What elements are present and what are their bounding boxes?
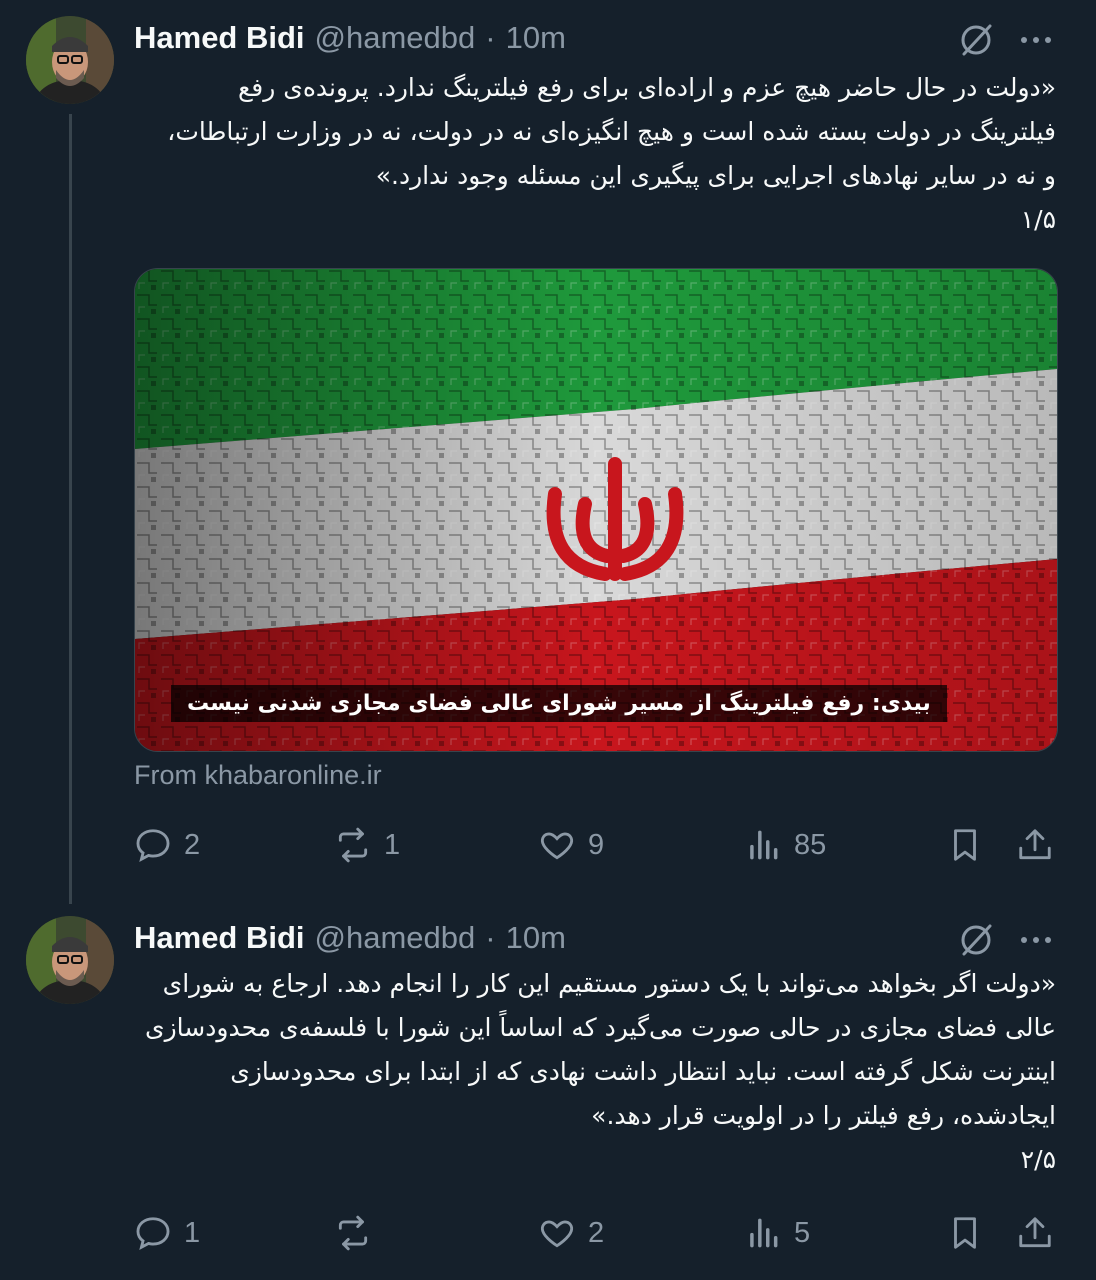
share-button[interactable] xyxy=(1016,820,1054,870)
reply-count: 1 xyxy=(184,1216,201,1249)
avatar[interactable] xyxy=(26,16,114,104)
thread-counter: ۲/۵ xyxy=(1020,1145,1056,1174)
link-card[interactable]: بیدی: رفع فیلترینگ از مسیر شورای عالی فض… xyxy=(134,268,1058,752)
reply-icon xyxy=(136,1217,170,1251)
author-name[interactable]: Hamed Bidi xyxy=(134,920,305,956)
views-count: 5 xyxy=(794,1216,811,1249)
tweet-text-line: و نه در سایر نهادهای اجرایی برای پیگیری … xyxy=(375,161,1056,190)
tweet-text-line: ایجادشده، رفع فیلتر را در اولویت قرار ده… xyxy=(591,1101,1056,1130)
repost-count: 1 xyxy=(384,828,401,861)
card-image xyxy=(135,269,1057,751)
views-button[interactable]: 85 xyxy=(744,820,826,870)
bookmark-button[interactable] xyxy=(946,1208,984,1258)
card-source[interactable]: From khabaronline.ir xyxy=(134,760,382,791)
reply-button[interactable]: 2 xyxy=(134,820,200,870)
like-count: 2 xyxy=(588,1216,605,1249)
reply-button[interactable]: 1 xyxy=(134,1208,200,1258)
action-bar: 2 1 9 85 xyxy=(134,820,1056,870)
thread-connector-line xyxy=(69,114,72,904)
author-handle[interactable]: @hamedbd xyxy=(315,920,476,956)
avatar[interactable] xyxy=(26,916,114,1004)
tweet-text: «دولت در حال حاضر هیچ عزم و اراده‌ای برا… xyxy=(134,66,1056,242)
share-button[interactable] xyxy=(1016,1208,1054,1258)
grok-icon[interactable] xyxy=(956,20,996,60)
timestamp[interactable]: 10m xyxy=(506,20,566,56)
repost-button[interactable]: 1 xyxy=(334,820,400,870)
action-bar: 1 2 5 xyxy=(134,1208,1056,1258)
author-handle[interactable]: @hamedbd xyxy=(315,20,476,56)
bookmark-icon xyxy=(954,829,976,861)
thread-counter: ۱/۵ xyxy=(1020,205,1056,234)
repost-icon xyxy=(338,827,368,863)
tweet-text: «دولت اگر بخواهد می‌تواند با یک دستور مس… xyxy=(134,962,1056,1182)
share-icon xyxy=(1019,829,1051,860)
like-count: 9 xyxy=(588,828,605,861)
tweet-text-line: «دولت اگر بخواهد می‌تواند با یک دستور مس… xyxy=(162,969,1056,998)
bookmark-icon xyxy=(954,1217,976,1249)
heart-icon xyxy=(540,832,574,860)
card-caption: بیدی: رفع فیلترینگ از مسیر شورای عالی فض… xyxy=(171,685,947,722)
reply-count: 2 xyxy=(184,828,201,861)
views-icon xyxy=(750,830,778,860)
views-icon xyxy=(750,1218,778,1248)
views-count: 85 xyxy=(794,828,827,861)
more-icon[interactable] xyxy=(1016,20,1056,60)
like-button[interactable]: 2 xyxy=(538,1208,604,1258)
share-icon xyxy=(1019,1217,1051,1248)
tweet-text-line: عالی فضای مجازی در حالی صورت می‌گیرد که … xyxy=(145,1013,1056,1042)
tweet-text-line: فیلترینگ در دولت بسته شده است و هیچ انگی… xyxy=(167,117,1056,146)
repost-icon xyxy=(338,1215,368,1251)
separator-dot: · xyxy=(485,20,496,55)
grok-icon[interactable] xyxy=(956,920,996,960)
reply-icon xyxy=(136,829,170,863)
like-button[interactable]: 9 xyxy=(538,820,604,870)
more-icon[interactable] xyxy=(1016,920,1056,960)
tweet-text-line: «دولت در حال حاضر هیچ عزم و اراده‌ای برا… xyxy=(237,73,1056,102)
author-name[interactable]: Hamed Bidi xyxy=(134,20,305,56)
separator-dot: · xyxy=(485,920,496,955)
heart-icon xyxy=(540,1220,574,1248)
tweet-text-line: اینترنت شکل گرفته است. نباید انتظار داشت… xyxy=(230,1057,1056,1086)
bookmark-button[interactable] xyxy=(946,820,984,870)
views-button[interactable]: 5 xyxy=(744,1208,810,1258)
timestamp[interactable]: 10m xyxy=(506,920,566,956)
tweet-header: Hamed Bidi @hamedbd · 10m xyxy=(134,916,566,960)
repost-button[interactable] xyxy=(334,1208,384,1258)
tweet-header: Hamed Bidi @hamedbd · 10m xyxy=(134,16,566,60)
